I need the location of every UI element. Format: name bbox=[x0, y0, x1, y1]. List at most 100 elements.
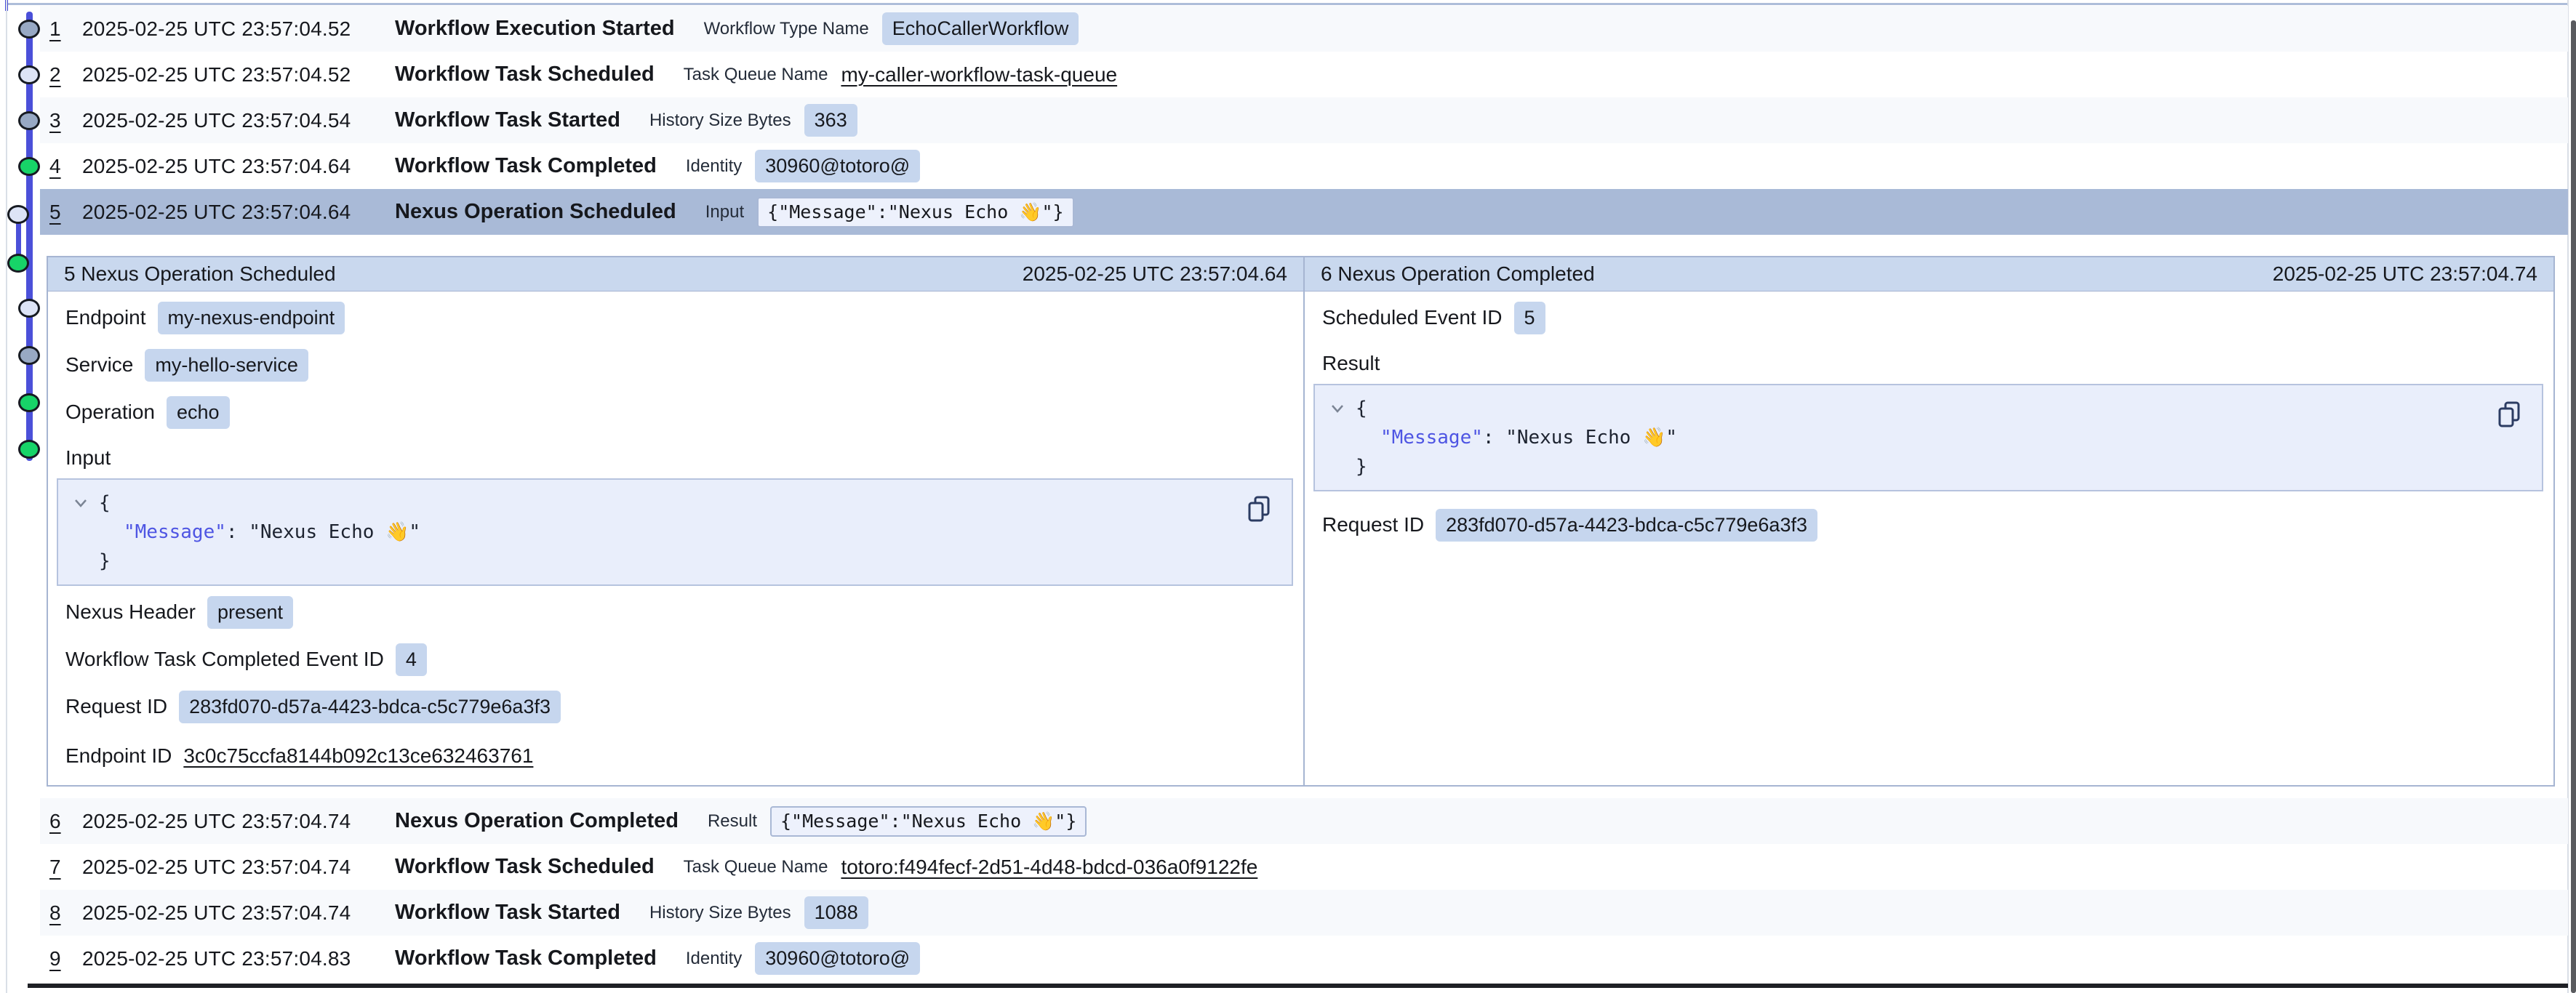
field-label: Endpoint bbox=[65, 306, 146, 329]
field-label: Request ID bbox=[1322, 513, 1424, 536]
detail-header: 6 Nexus Operation Completed 2025-02-25 U… bbox=[1305, 257, 2553, 292]
event-history-list: 1 2025-02-25 UTC 23:57:04.52 Workflow Ex… bbox=[40, 6, 2568, 981]
timeline-event-marker-completed[interactable] bbox=[18, 393, 40, 412]
event-id-link[interactable]: 8 bbox=[49, 901, 82, 925]
event-attr-value-json: {"Message":"Nexus Echo 👋"} bbox=[757, 197, 1073, 228]
event-id-link[interactable]: 5 bbox=[49, 201, 82, 224]
event-id-link[interactable]: 2 bbox=[49, 63, 82, 87]
json-value: : "Nexus Echo 👋" bbox=[1483, 427, 1677, 449]
event-timestamp: 2025-02-25 UTC 23:57:04.54 bbox=[82, 109, 395, 132]
history-event-row[interactable]: 8 2025-02-25 UTC 23:57:04.74 Workflow Ta… bbox=[40, 890, 2568, 936]
scheduled-event-id-badge: 5 bbox=[1514, 302, 1545, 334]
event-attr-label: Identity bbox=[686, 949, 742, 969]
service-badge: my-hello-service bbox=[145, 349, 308, 382]
field-label: Scheduled Event ID bbox=[1322, 306, 1503, 329]
event-timestamp: 2025-02-25 UTC 23:57:04.64 bbox=[82, 201, 395, 224]
event-name: Workflow Task Scheduled bbox=[395, 63, 655, 87]
timeline-event-marker-scheduled[interactable] bbox=[18, 299, 40, 318]
result-json-viewer: { "Message": "Nexus Echo 👋" } bbox=[1313, 384, 2543, 491]
event-attr-label: Task Queue Name bbox=[684, 65, 828, 85]
timeline-event-marker-completed[interactable] bbox=[18, 157, 40, 176]
event-id-link[interactable]: 4 bbox=[49, 155, 82, 178]
chevron-down-icon[interactable] bbox=[1329, 402, 1345, 415]
event-attr-value-badge: 30960@totoro@ bbox=[755, 150, 920, 182]
history-event-row[interactable]: 7 2025-02-25 UTC 23:57:04.74 Workflow Ta… bbox=[40, 844, 2568, 890]
event-attr-label: Input bbox=[705, 202, 744, 222]
history-event-row[interactable]: 3 2025-02-25 UTC 23:57:04.54 Workflow Ta… bbox=[40, 97, 2568, 143]
event-name: Workflow Execution Started bbox=[395, 17, 675, 41]
request-id-badge: 283fd070-d57a-4423-bdca-c5c779e6a3f3 bbox=[1436, 509, 1817, 542]
copy-icon[interactable] bbox=[1245, 494, 1274, 523]
event-timestamp: 2025-02-25 UTC 23:57:04.52 bbox=[82, 63, 395, 87]
history-event-row[interactable]: 1 2025-02-25 UTC 23:57:04.52 Workflow Ex… bbox=[40, 6, 2568, 52]
operation-badge: echo bbox=[167, 396, 230, 429]
detail-title: 6 Nexus Operation Completed bbox=[1321, 262, 1595, 286]
timeline-event-marker-scheduled[interactable] bbox=[18, 65, 40, 84]
top-border-line bbox=[6, 3, 2568, 5]
field-label: Request ID bbox=[65, 695, 167, 718]
history-event-row[interactable]: 9 2025-02-25 UTC 23:57:04.83 Workflow Ta… bbox=[40, 936, 2568, 981]
json-value: : "Nexus Echo 👋" bbox=[226, 521, 420, 543]
event-attr-value-json: {"Message":"Nexus Echo 👋"} bbox=[770, 806, 1087, 837]
event-id-link[interactable]: 9 bbox=[49, 947, 82, 970]
event-id-link[interactable]: 3 bbox=[49, 109, 82, 132]
event-attr-value-badge: 1088 bbox=[804, 896, 868, 929]
endpoint-badge: my-nexus-endpoint bbox=[158, 302, 345, 334]
timeline-event-marker-completed[interactable] bbox=[18, 440, 40, 459]
history-event-row-selected[interactable]: 5 2025-02-25 UTC 23:57:04.64 Nexus Opera… bbox=[40, 189, 2568, 235]
timeline-event-marker-started[interactable] bbox=[18, 111, 40, 130]
event-timestamp: 2025-02-25 UTC 23:57:04.74 bbox=[82, 901, 395, 925]
request-id-badge: 283fd070-d57a-4423-bdca-c5c779e6a3f3 bbox=[179, 691, 561, 723]
input-json-viewer: { "Message": "Nexus Echo 👋" } bbox=[57, 478, 1293, 586]
event-attr-value-badge: 30960@totoro@ bbox=[755, 942, 920, 975]
event-name: Workflow Task Completed bbox=[395, 946, 657, 970]
event-timestamp: 2025-02-25 UTC 23:57:04.74 bbox=[82, 810, 395, 833]
json-key: "Message" bbox=[1380, 427, 1483, 449]
event-timestamp: 2025-02-25 UTC 23:57:04.83 bbox=[82, 947, 395, 970]
event-name: Workflow Task Started bbox=[395, 108, 620, 132]
nexus-header-badge: present bbox=[207, 596, 293, 629]
field-label: Operation bbox=[65, 401, 155, 424]
json-key: "Message" bbox=[124, 521, 226, 543]
detail-timestamp: 2025-02-25 UTC 23:57:04.74 bbox=[2273, 262, 2537, 286]
event-detail-card: 5 Nexus Operation Scheduled 2025-02-25 U… bbox=[47, 256, 2555, 787]
event-name: Workflow Task Started bbox=[395, 901, 620, 925]
detail-timestamp: 2025-02-25 UTC 23:57:04.64 bbox=[1023, 262, 1287, 286]
field-label: Endpoint ID bbox=[65, 744, 172, 768]
task-queue-link[interactable]: my-caller-workflow-task-queue bbox=[841, 63, 1117, 87]
chevron-down-icon[interactable] bbox=[73, 496, 89, 510]
detail-body: Endpoint my-nexus-endpoint Service my-he… bbox=[48, 292, 1303, 787]
field-label: Workflow Task Completed Event ID bbox=[65, 648, 384, 671]
timeline-event-marker-started[interactable] bbox=[18, 346, 40, 365]
endpoint-id-link[interactable]: 3c0c75ccfa8144b092c13ce632463761 bbox=[183, 744, 533, 768]
event-attr-label: Task Queue Name bbox=[684, 857, 828, 877]
history-event-row[interactable]: 4 2025-02-25 UTC 23:57:04.64 Workflow Ta… bbox=[40, 143, 2568, 189]
detail-header: 5 Nexus Operation Scheduled 2025-02-25 U… bbox=[48, 257, 1303, 292]
event-id-link[interactable]: 1 bbox=[49, 17, 82, 41]
detail-title: 5 Nexus Operation Scheduled bbox=[64, 262, 336, 286]
timeline-event-marker-completed[interactable] bbox=[7, 254, 29, 273]
event-id-link[interactable]: 7 bbox=[49, 856, 82, 879]
left-border-line bbox=[6, 0, 7, 993]
timeline-event-marker-scheduled[interactable] bbox=[7, 205, 29, 224]
task-queue-link[interactable]: totoro:f494fecf-2d51-4d48-bdcd-036a0f912… bbox=[841, 856, 1257, 879]
event-timestamp: 2025-02-25 UTC 23:57:04.74 bbox=[82, 856, 395, 879]
event-name: Workflow Task Scheduled bbox=[395, 855, 655, 879]
detail-pane-nexus-scheduled: 5 Nexus Operation Scheduled 2025-02-25 U… bbox=[48, 257, 1305, 785]
vertical-scrollbar[interactable] bbox=[2571, 20, 2576, 993]
timeline-event-marker-started[interactable] bbox=[18, 20, 40, 39]
history-event-row[interactable]: 2 2025-02-25 UTC 23:57:04.52 Workflow Ta… bbox=[40, 52, 2568, 97]
field-label: Result bbox=[1322, 352, 1380, 375]
copy-icon[interactable] bbox=[2495, 400, 2524, 429]
field-label: Nexus Header bbox=[65, 600, 196, 624]
event-attr-label: Result bbox=[708, 811, 757, 832]
detail-pane-nexus-completed: 6 Nexus Operation Completed 2025-02-25 U… bbox=[1305, 257, 2553, 785]
event-attr-label: Workflow Type Name bbox=[704, 19, 869, 39]
json-close-brace: } bbox=[1329, 452, 2527, 481]
field-label: Service bbox=[65, 353, 133, 377]
wtc-event-id-badge: 4 bbox=[396, 643, 427, 676]
event-name: Nexus Operation Completed bbox=[395, 809, 679, 833]
event-id-link[interactable]: 6 bbox=[49, 810, 82, 833]
history-event-row[interactable]: 6 2025-02-25 UTC 23:57:04.74 Nexus Opera… bbox=[40, 798, 2568, 844]
field-label: Input bbox=[65, 446, 111, 470]
